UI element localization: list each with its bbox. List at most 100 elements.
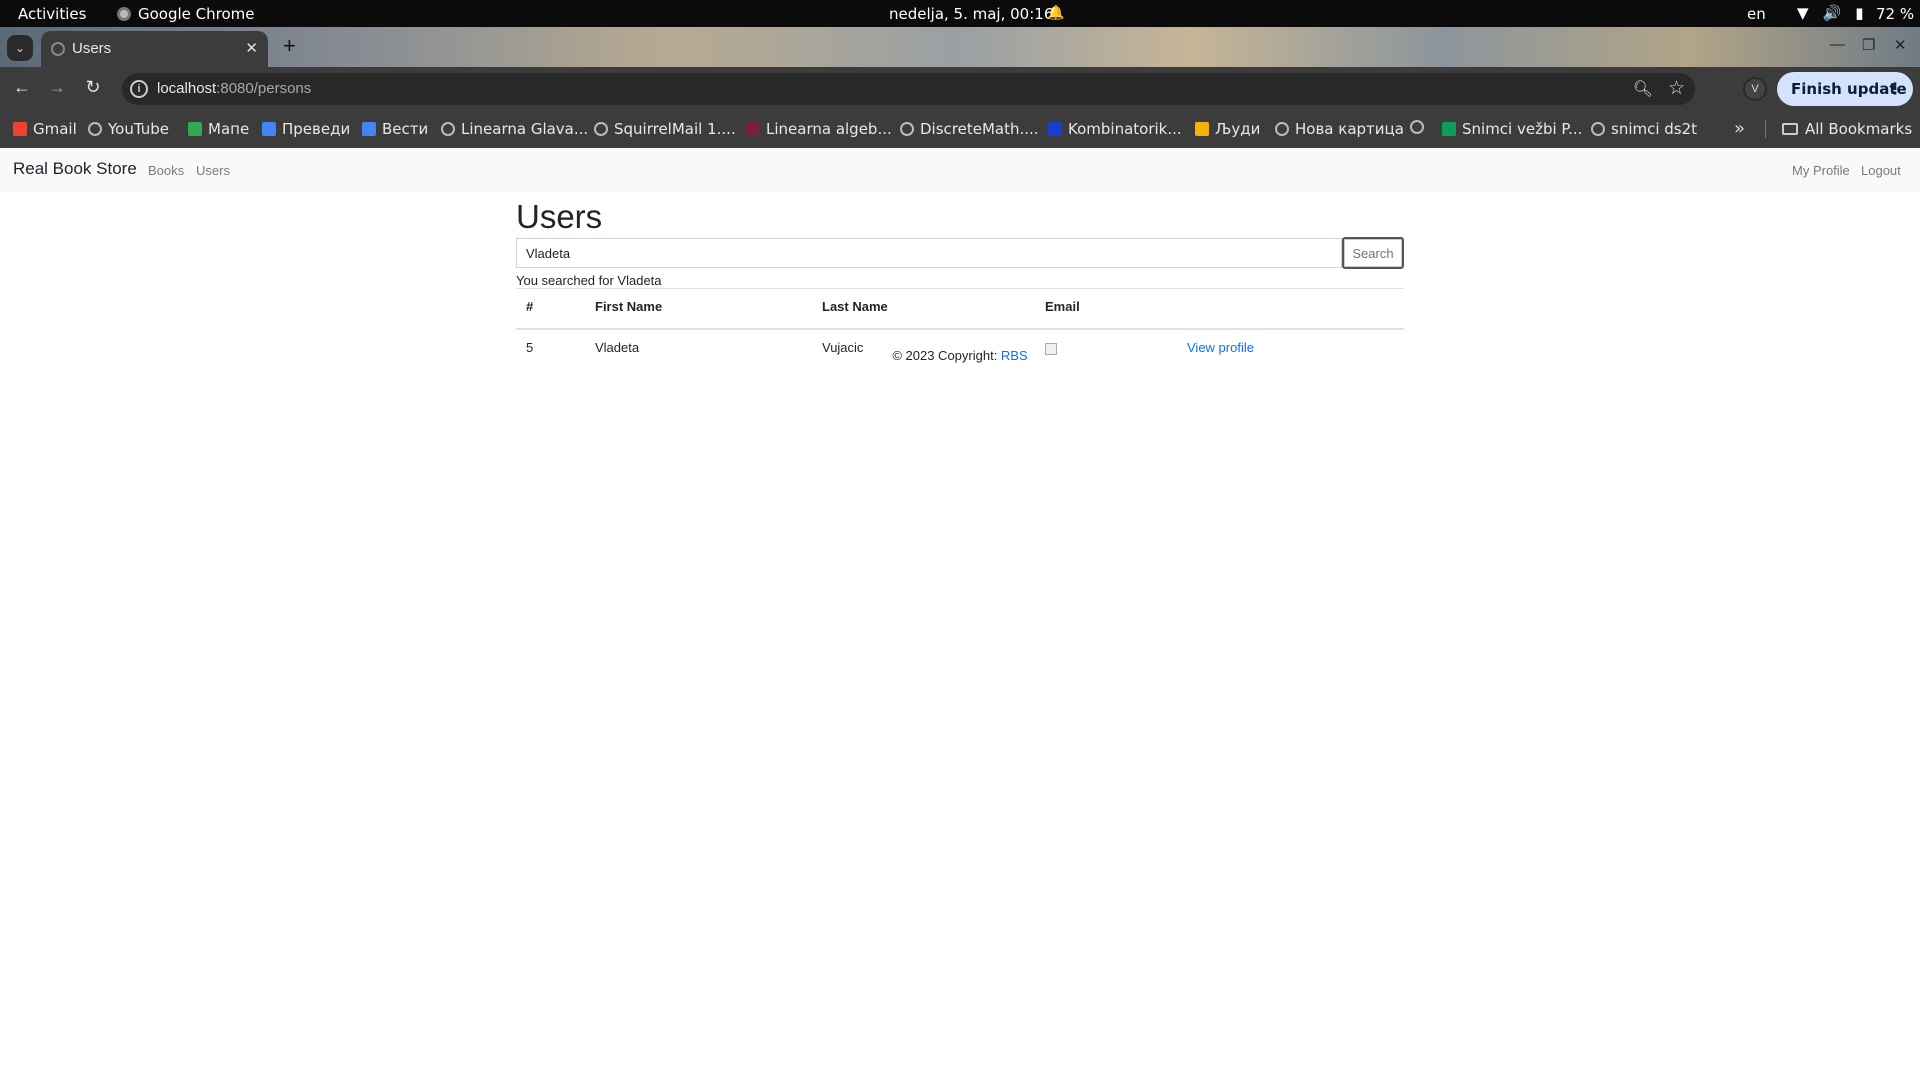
menu-dots-icon: ⋮ xyxy=(1887,79,1903,98)
bookmark-item[interactable]: Људи xyxy=(1195,120,1260,138)
people-icon xyxy=(1195,122,1209,136)
bookmark-label: Вести xyxy=(382,120,429,138)
bookmark-label: Gmail xyxy=(33,120,77,138)
close-icon[interactable]: ✕ xyxy=(245,39,258,57)
bookmark-item[interactable]: Мапе xyxy=(188,120,249,138)
news-icon xyxy=(362,122,376,136)
wifi-icon: ▼ xyxy=(1797,4,1809,22)
bookmark-item[interactable]: YouTube xyxy=(88,120,169,138)
app-name: Google Chrome xyxy=(138,5,255,23)
bookmark-label: Snimci vežbi P... xyxy=(1462,120,1583,138)
bookmark-item[interactable]: Linearna algeb... xyxy=(746,120,892,138)
url-path: :8080/persons xyxy=(216,80,312,97)
page-title: Users xyxy=(516,198,603,235)
column-header-first-name: First Name xyxy=(595,299,663,314)
web-page: Real Book Store Books Users My Profile L… xyxy=(0,148,1920,1080)
bookmark-label: Kombinatorik... xyxy=(1068,120,1182,138)
zoom-icon[interactable]: 🔍︎ xyxy=(1633,79,1653,99)
nav-link-users[interactable]: Users xyxy=(196,163,230,178)
bookmark-item[interactable]: snimci ds2t xyxy=(1591,120,1697,138)
translate-icon xyxy=(262,122,276,136)
table-header-divider xyxy=(516,328,1404,330)
tab-users[interactable]: Users ✕ xyxy=(41,31,268,67)
system-top-bar: Activities Google Chrome nedelja, 5. maj… xyxy=(0,0,1920,27)
all-bookmarks-button[interactable]: All Bookmarks xyxy=(1782,120,1912,138)
footer-rbs-link[interactable]: RBS xyxy=(1001,348,1028,363)
address-bar[interactable]: i localhost:8080/persons 🔍︎ ☆ xyxy=(122,73,1695,105)
bookmark-label: snimci ds2t xyxy=(1611,120,1698,138)
bookmark-label: YouTube xyxy=(108,120,169,138)
system-tray[interactable]: ▼ 🔊 ▮ xyxy=(1797,4,1864,22)
activities-button[interactable]: Activities xyxy=(18,5,86,23)
bookmark-item[interactable] xyxy=(1410,120,1430,134)
footer-copyright: © 2023 Copyright: xyxy=(892,348,1001,363)
bookmark-item[interactable]: Gmail xyxy=(13,120,77,138)
finish-update-button[interactable]: Finish update ⋮ xyxy=(1777,72,1913,106)
bookmark-item[interactable]: Kombinatorik... xyxy=(1048,120,1182,138)
bookmark-item[interactable]: SquirrelMail 1.... xyxy=(594,120,736,138)
bookmark-label: SquirrelMail 1.... xyxy=(614,120,736,138)
bookmark-label: Људи xyxy=(1215,120,1261,138)
input-language[interactable]: en xyxy=(1747,5,1766,23)
sheets-icon xyxy=(1442,122,1456,136)
nav-link-my-profile[interactable]: My Profile xyxy=(1792,163,1850,178)
search-result-text: You searched for Vladeta xyxy=(516,273,662,288)
m-icon xyxy=(1048,122,1062,136)
bookmark-star-icon[interactable]: ☆ xyxy=(1668,77,1685,100)
matf-icon xyxy=(746,122,760,136)
more-bookmarks-icon[interactable]: » xyxy=(1734,118,1745,139)
forward-icon[interactable]: → xyxy=(45,77,69,98)
url-text[interactable]: localhost:8080/persons xyxy=(157,80,311,97)
bookmark-item[interactable]: Snimci vežbi P... xyxy=(1442,120,1582,138)
bookmark-item[interactable]: DiscreteMath.... xyxy=(900,120,1039,138)
bookmark-item[interactable]: Linearna Glava... xyxy=(441,120,588,138)
browser-toolbar: ← → ↻ i localhost:8080/persons 🔍︎ ☆ V Fi… xyxy=(0,67,1920,111)
column-header-last-name: Last Name xyxy=(822,299,888,314)
bookmark-label: Linearna algeb... xyxy=(766,120,892,138)
chrome-icon xyxy=(117,7,131,21)
globe-icon xyxy=(1591,122,1605,136)
app-menu[interactable]: Google Chrome xyxy=(117,5,255,23)
bookmark-item[interactable]: Преведи xyxy=(262,120,350,138)
bookmarks-bar: Gmail YouTube Мапе Преведи Вести Linearna Gla… xyxy=(0,111,1920,148)
globe-icon xyxy=(594,122,608,136)
globe-icon xyxy=(88,122,102,136)
all-bookmarks-label: All Bookmarks xyxy=(1805,120,1913,138)
site-navbar: Real Book Store Books Users My Profile L… xyxy=(0,148,1920,192)
maximize-icon[interactable]: ❐ xyxy=(1862,36,1875,54)
users-table: # First Name Last Name Email 5 Vladeta V… xyxy=(516,288,1404,355)
new-tab-button[interactable]: + xyxy=(283,35,296,57)
url-host: localhost xyxy=(157,80,217,97)
clock[interactable]: nedelja, 5. maj, 00:16 xyxy=(889,5,1053,23)
site-info-icon[interactable]: i xyxy=(130,80,148,98)
tab-strip: ⌄ Users ✕ + — ❐ ✕ xyxy=(0,27,1920,67)
bookmark-label: Linearna Glava... xyxy=(461,120,589,138)
bookmark-label: Преведи xyxy=(282,120,351,138)
tab-title: Users xyxy=(72,40,112,57)
nav-link-books[interactable]: Books xyxy=(148,163,184,178)
column-header-email: Email xyxy=(1045,299,1080,314)
bookmark-item[interactable]: Вести xyxy=(362,120,428,138)
globe-icon xyxy=(900,122,914,136)
globe-icon xyxy=(51,42,65,56)
site-footer: © 2023 Copyright: RBS xyxy=(0,348,1920,363)
volume-icon: 🔊 xyxy=(1822,4,1842,22)
tab-search-button[interactable]: ⌄ xyxy=(7,35,33,61)
bookmark-item[interactable]: Нова картица xyxy=(1275,120,1404,138)
bookmark-label: Мапе xyxy=(208,120,250,138)
search-input[interactable] xyxy=(516,238,1342,268)
maps-icon xyxy=(188,122,202,136)
search-button[interactable]: Search xyxy=(1342,237,1404,269)
site-brand[interactable]: Real Book Store xyxy=(13,159,137,179)
minimize-icon[interactable]: — xyxy=(1830,36,1845,53)
window-close-icon[interactable]: ✕ xyxy=(1894,36,1907,54)
column-header-id: # xyxy=(526,299,534,314)
battery-percent: 72 % xyxy=(1876,5,1915,23)
gmail-icon xyxy=(13,122,27,136)
profile-avatar[interactable]: V xyxy=(1743,77,1767,101)
globe-icon xyxy=(441,122,455,136)
nav-link-logout[interactable]: Logout xyxy=(1861,163,1901,178)
back-icon[interactable]: ← xyxy=(10,77,34,98)
reload-icon[interactable]: ↻ xyxy=(81,77,105,98)
globe-icon xyxy=(1410,120,1424,134)
